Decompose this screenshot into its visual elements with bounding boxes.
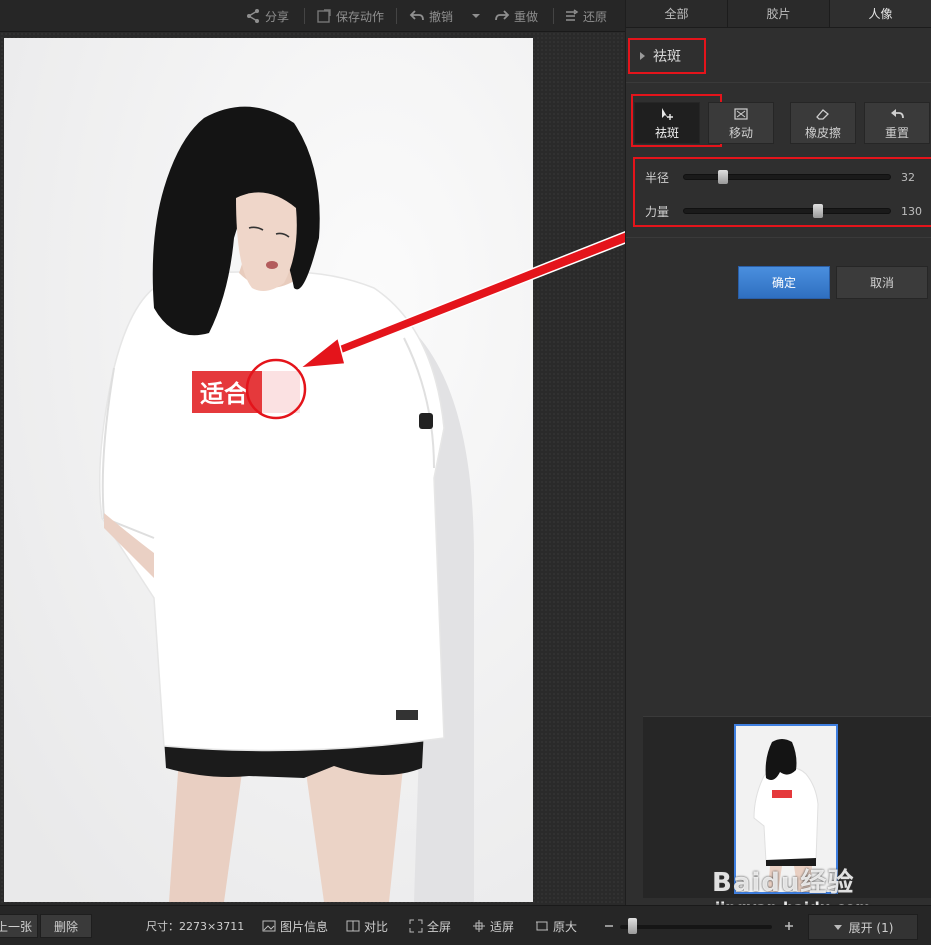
fit-screen-icon xyxy=(473,920,485,932)
plus-icon xyxy=(785,922,793,930)
zoom-slider-thumb[interactable] xyxy=(628,918,637,934)
strength-slider-row: 力量 130 xyxy=(645,201,931,221)
undo-dropdown[interactable] xyxy=(468,0,484,32)
radius-value: 32 xyxy=(901,170,915,184)
fit-screen-button[interactable]: 适屏 xyxy=(472,906,514,945)
compare-button[interactable]: 对比 xyxy=(346,906,388,945)
baidu-watermark: Baidu经验 xyxy=(712,868,855,898)
category-tabs: 全部 胶片 人像 xyxy=(626,0,931,28)
section-title: 祛斑 xyxy=(653,49,681,65)
share-icon xyxy=(247,9,259,23)
radius-slider-thumb[interactable] xyxy=(718,170,728,184)
restore-icon xyxy=(566,9,579,21)
image-icon xyxy=(262,920,276,932)
expand-down-icon xyxy=(833,925,842,930)
radius-slider-row: 半径 32 xyxy=(645,167,931,187)
original-size-button[interactable]: 原大 xyxy=(535,906,577,945)
undo-icon xyxy=(409,10,424,21)
strength-slider-track[interactable] xyxy=(683,204,891,218)
redo-label: 重做 xyxy=(514,9,539,24)
redo-icon xyxy=(495,10,510,21)
restore-button[interactable]: 还原 xyxy=(563,0,607,32)
right-panel: 全部 胶片 人像 祛斑 祛斑 移动 橡皮擦 重置 半径 32 力量 130 确定… xyxy=(625,0,931,905)
tab-all[interactable]: 全部 xyxy=(626,0,728,27)
zoom-in-button[interactable] xyxy=(782,906,796,945)
previous-image-button[interactable]: 上一张 xyxy=(0,914,38,938)
portrait-photo-illustration: 适合 xyxy=(4,38,533,902)
cancel-button[interactable]: 取消 xyxy=(836,266,928,299)
slider-group: 半径 32 力量 130 xyxy=(633,157,931,227)
eraser-icon xyxy=(816,108,829,120)
expand-button[interactable]: 展开 (1) xyxy=(808,914,918,940)
share-button[interactable]: 分享 xyxy=(245,0,289,32)
fullscreen-button[interactable]: 全屏 xyxy=(409,906,451,945)
zoom-out-button[interactable] xyxy=(602,906,616,945)
undo-label: 撤销 xyxy=(429,9,454,24)
confirm-button[interactable]: 确定 xyxy=(738,266,830,299)
image-info-button[interactable]: 图片信息 xyxy=(262,906,328,945)
move-tool-button[interactable]: 移动 xyxy=(708,102,774,144)
spot-removal-tool-button[interactable]: 祛斑 xyxy=(634,102,700,144)
compare-icon xyxy=(346,920,360,932)
image-size-text: 尺寸：2273×3711 xyxy=(146,920,245,933)
undo-button[interactable]: 撤销 xyxy=(409,0,453,32)
save-action-button[interactable]: 保存动作 xyxy=(316,0,384,32)
reset-tool-button[interactable]: 重置 xyxy=(864,102,930,144)
restore-label: 还原 xyxy=(583,9,608,24)
strength-slider-thumb[interactable] xyxy=(813,204,823,218)
expand-triangle-icon xyxy=(640,52,645,60)
original-size-icon xyxy=(536,921,548,931)
reset-arrow-icon xyxy=(891,108,904,118)
tab-film[interactable]: 胶片 xyxy=(728,0,830,27)
radius-label: 半径 xyxy=(645,170,670,185)
save-action-icon xyxy=(317,9,331,23)
top-toolbar: 分享 保存动作 撤销 重做 还原 xyxy=(0,0,625,32)
zoom-slider-track[interactable] xyxy=(620,925,772,929)
move-frame-icon xyxy=(734,107,748,120)
strength-value: 130 xyxy=(901,204,922,218)
share-label: 分享 xyxy=(265,9,290,24)
save-action-label: 保存动作 xyxy=(336,9,385,24)
fullscreen-icon xyxy=(409,919,423,933)
radius-slider-track[interactable] xyxy=(683,170,891,184)
strength-label: 力量 xyxy=(645,204,670,219)
shirt-logo-text: 适合 xyxy=(200,380,249,408)
tab-portrait[interactable]: 人像 xyxy=(830,0,931,27)
minus-icon xyxy=(605,925,613,927)
eraser-tool-button[interactable]: 橡皮擦 xyxy=(790,102,856,144)
edited-photo[interactable]: 适合 xyxy=(4,38,533,902)
cursor-plus-icon xyxy=(662,107,673,120)
chevron-down-icon xyxy=(472,14,480,18)
bottom-bar: 上一张 删除 尺寸：2273×3711 图片信息 对比 全屏 适屏 原大 展开 … xyxy=(0,905,931,945)
canvas-area[interactable]: 适合 xyxy=(0,32,625,905)
section-header[interactable]: 祛斑 xyxy=(628,38,706,74)
redo-button[interactable]: 重做 xyxy=(494,0,538,32)
delete-button[interactable]: 删除 xyxy=(40,914,92,938)
